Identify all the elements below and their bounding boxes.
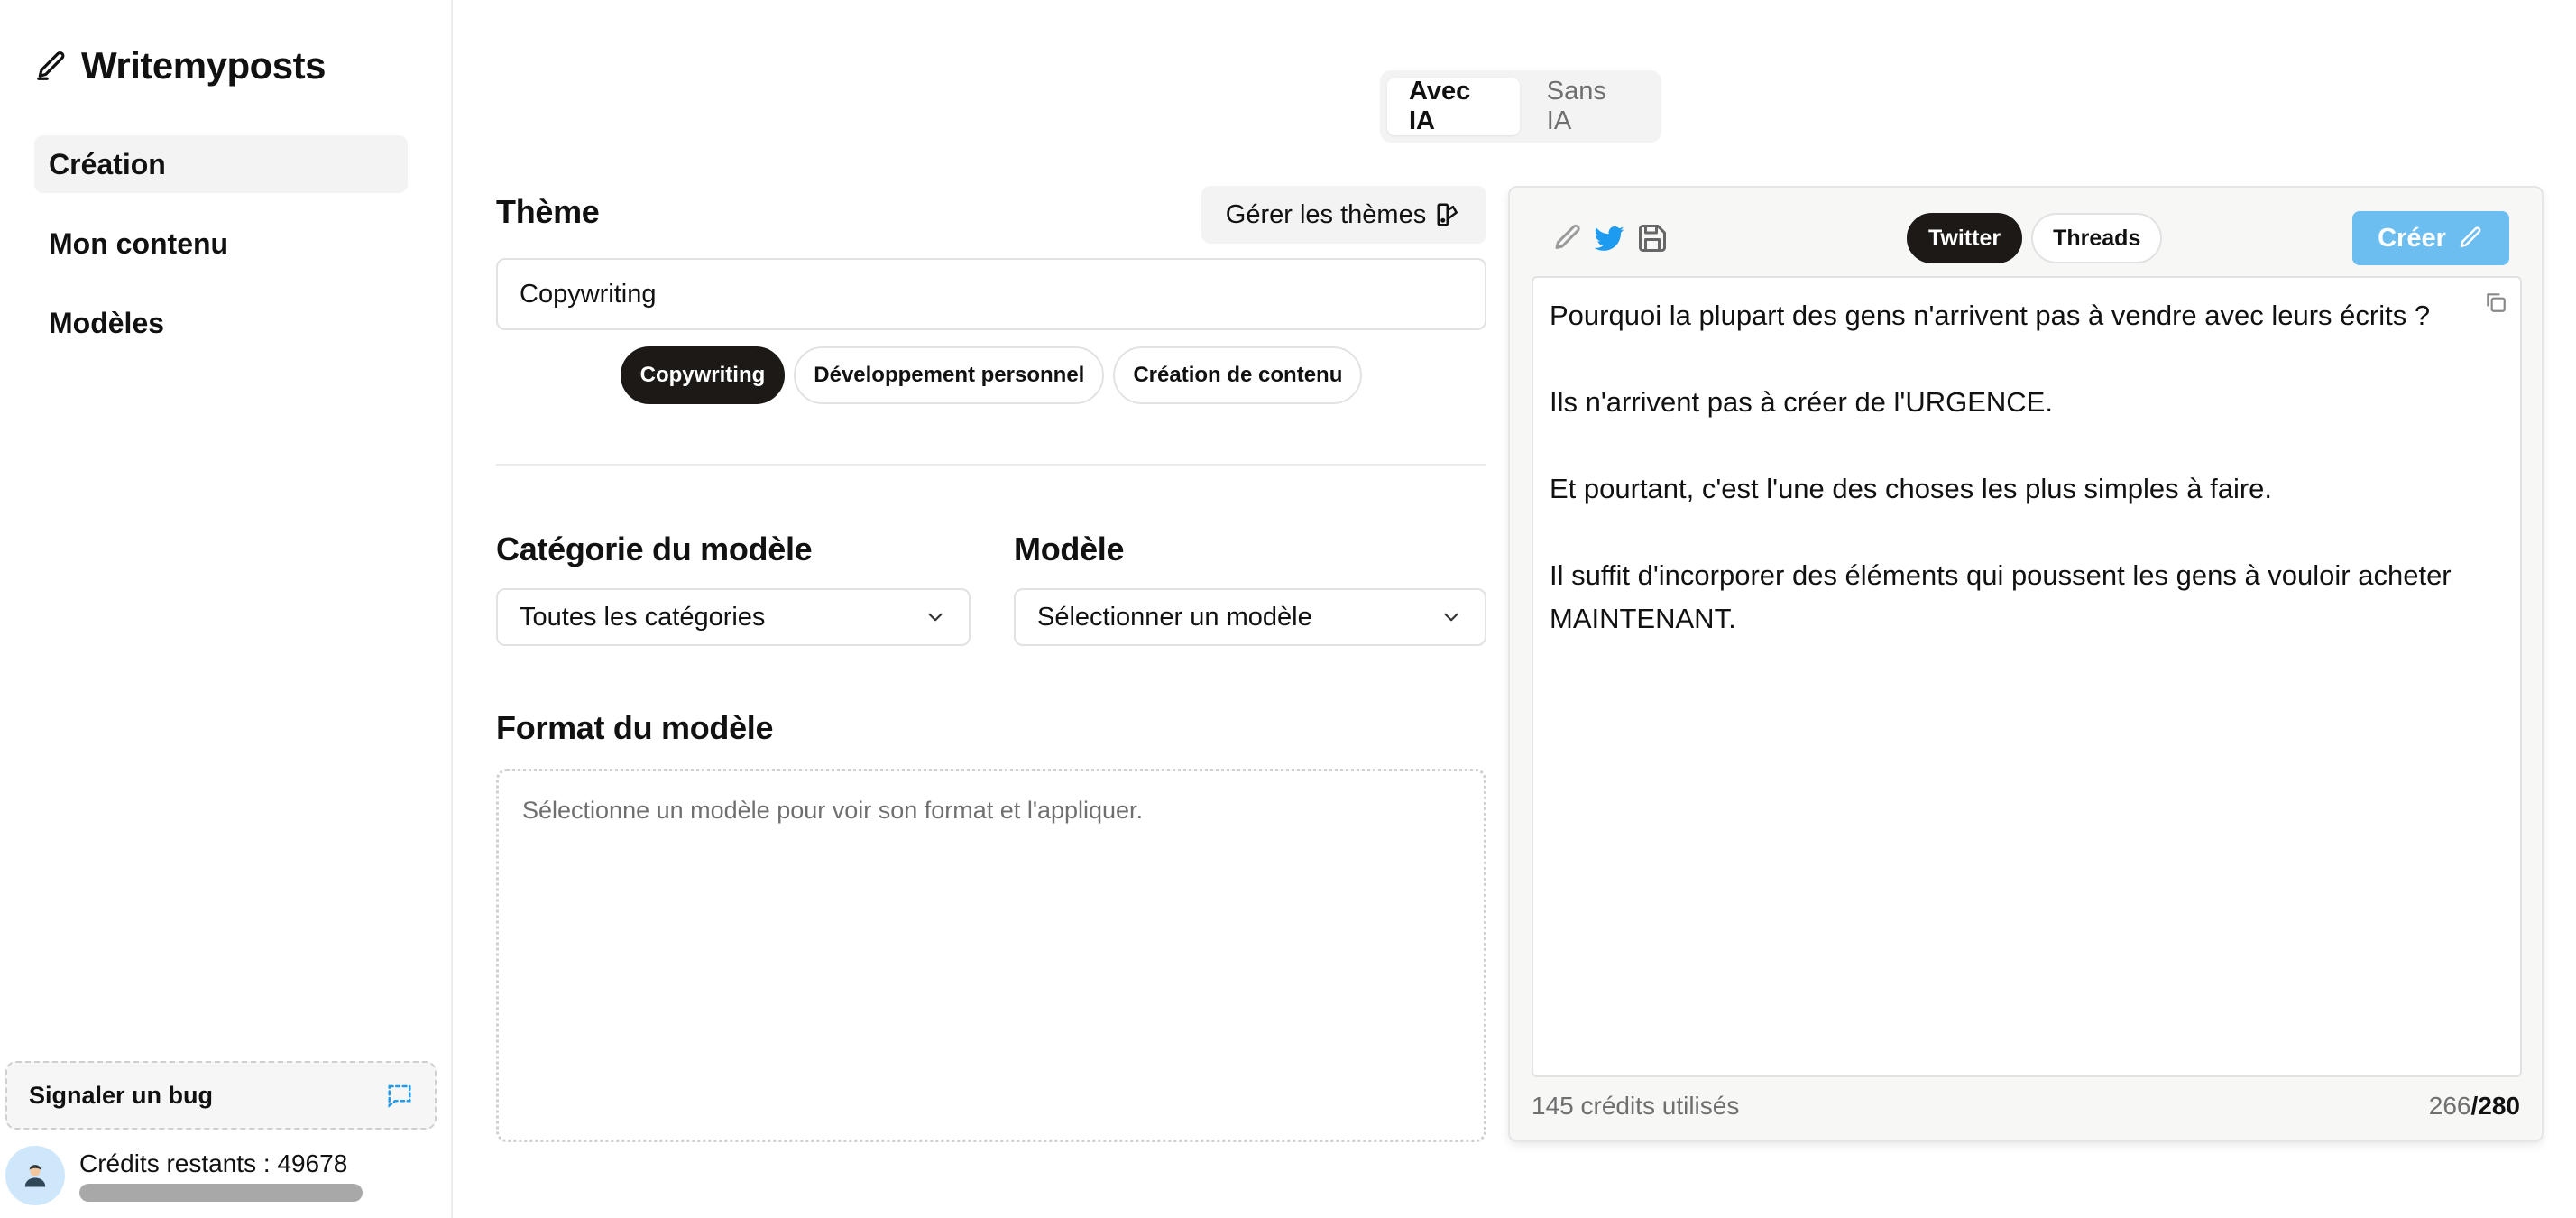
chevron-down-icon <box>928 613 943 622</box>
format-placeholder: Sélectionne un modèle pour voir son form… <box>522 797 1144 824</box>
report-bug-label: Signaler un bug <box>29 1081 214 1109</box>
character-limit: 280 <box>2478 1092 2520 1120</box>
format-title: Format du modèle <box>496 709 774 746</box>
mode-with-ai-button[interactable]: Avec IA <box>1387 77 1520 135</box>
credits-used: 145 crédits utilisés <box>1532 1092 1740 1120</box>
credits-progress-fill <box>79 1184 363 1202</box>
credits-panel: Crédits restants : 49678 <box>5 1144 438 1207</box>
category-select[interactable]: Toutes les catégories <box>496 588 971 646</box>
credits-remaining: Crédits restants : 49678 <box>79 1149 348 1177</box>
app-logo[interactable]: Writemyposts <box>34 43 326 88</box>
post-editor: Twitter Threads Créer Pourquoi la plupar… <box>1508 186 2544 1142</box>
platform-tabs: Twitter Threads <box>1907 213 2163 263</box>
character-count: 266 <box>2428 1092 2471 1120</box>
create-button[interactable]: Créer <box>2352 211 2509 265</box>
sidebar-item-label: Création <box>49 147 166 180</box>
copy-icon[interactable] <box>2484 291 2507 314</box>
sidebar-nav: Création Mon contenu Modèles <box>34 135 408 374</box>
chevron-down-icon <box>1444 613 1458 622</box>
manage-themes-label: Gérer les thèmes <box>1225 199 1427 229</box>
pencil-icon <box>37 51 65 80</box>
section-divider <box>496 464 1486 466</box>
app-name: Writemyposts <box>81 44 326 87</box>
character-counter: 266/280 <box>2429 1092 2520 1121</box>
avatar[interactable] <box>5 1146 65 1205</box>
sidebar-item-creation[interactable]: Création <box>34 135 408 193</box>
tab-threads[interactable]: Threads <box>2031 213 2163 263</box>
message-square-dashed-icon <box>388 1084 411 1108</box>
palette-edit-icon <box>1437 203 1458 226</box>
post-paragraph: Et pourtant, c'est l'une des choses les … <box>1550 473 2273 504</box>
create-button-label: Créer <box>2378 223 2446 253</box>
report-bug-button[interactable]: Signaler un bug <box>5 1061 437 1130</box>
credits-info: Crédits restants : 49678 <box>79 1149 363 1202</box>
template-format-box[interactable]: Sélectionne un modèle pour voir son form… <box>496 769 1486 1142</box>
post-paragraph: Pourquoi la plupart des gens n'arrivent … <box>1550 300 2431 331</box>
theme-title: Thème <box>496 193 600 230</box>
mode-without-ai-button[interactable]: Sans IA <box>1525 77 1654 135</box>
post-textarea[interactable]: Pourquoi la plupart des gens n'arrivent … <box>1532 276 2522 1077</box>
model-select[interactable]: Sélectionner un modèle <box>1014 588 1486 646</box>
model-select-value: Sélectionner un modèle <box>1037 602 1312 632</box>
ai-mode-toggle: Avec IA Sans IA <box>1380 70 1661 143</box>
category-title: Catégorie du modèle <box>496 531 813 567</box>
theme-chip-copywriting[interactable]: Copywriting <box>620 346 786 404</box>
sidebar: Writemyposts Création Mon contenu Modèle… <box>0 0 453 1218</box>
pencil-icon[interactable] <box>1551 222 1584 254</box>
credits-progress-bar <box>79 1184 363 1202</box>
sidebar-item-modeles[interactable]: Modèles <box>34 294 408 352</box>
twitter-icon[interactable] <box>1593 222 1625 254</box>
sidebar-item-label: Modèles <box>49 306 165 339</box>
theme-chips: Copywriting Développement personnel Créa… <box>496 346 1486 404</box>
manage-themes-button[interactable]: Gérer les thèmes <box>1201 186 1486 244</box>
post-paragraph: Ils n'arrivent pas à créer de l'URGENCE. <box>1550 386 2053 418</box>
post-paragraph: Il suffit d'incorporer des éléments qui … <box>1550 559 2452 634</box>
theme-chip-developpement-personnel[interactable]: Développement personnel <box>794 346 1105 404</box>
theme-input[interactable] <box>496 258 1486 330</box>
sidebar-item-mon-contenu[interactable]: Mon contenu <box>34 215 408 272</box>
pencil-icon <box>2460 226 2481 247</box>
save-icon[interactable] <box>1636 222 1669 254</box>
tab-twitter[interactable]: Twitter <box>1907 213 2023 263</box>
model-title: Modèle <box>1014 531 1125 567</box>
theme-chip-creation-de-contenu[interactable]: Création de contenu <box>1113 346 1363 404</box>
sidebar-item-label: Mon contenu <box>49 226 229 260</box>
user-avatar-icon <box>24 1165 46 1187</box>
category-select-value: Toutes les catégories <box>520 602 766 632</box>
